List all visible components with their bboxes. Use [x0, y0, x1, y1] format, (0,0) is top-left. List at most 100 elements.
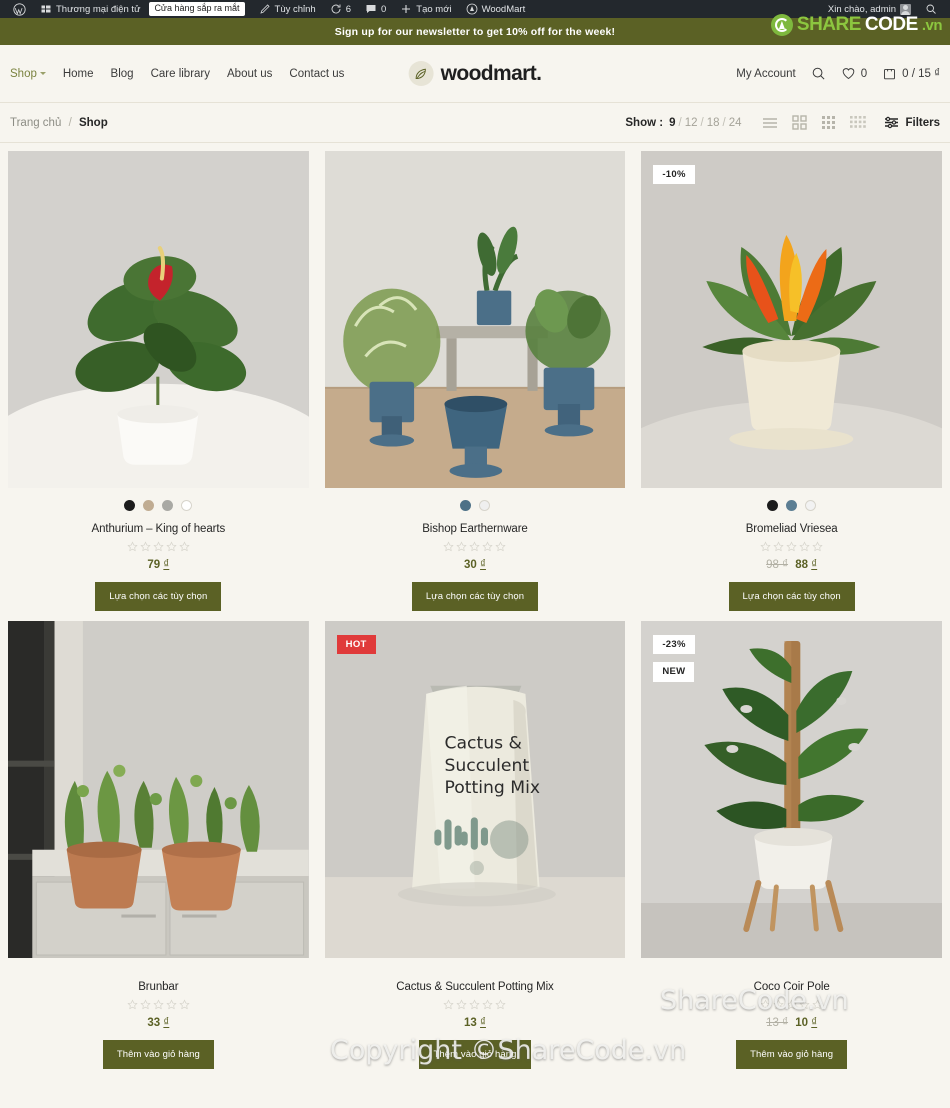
product-action: Thêm vào giỏ hàng: [641, 1040, 942, 1069]
header-search-button[interactable]: [811, 66, 826, 81]
site-logo-text: woodmart.: [440, 61, 542, 85]
breadcrumb-home[interactable]: Trang chủ: [10, 117, 61, 129]
grid-3-icon[interactable]: [821, 115, 836, 130]
swatch-black[interactable]: [767, 500, 779, 511]
product-image-brunbar[interactable]: [8, 621, 309, 958]
star-icon: [443, 541, 455, 552]
product-title[interactable]: Bromeliad Vriesea: [641, 523, 942, 535]
star-icon: [786, 999, 797, 1010]
site-logo[interactable]: woodmart.: [408, 61, 542, 86]
product-image-bromeliad[interactable]: -10%: [641, 151, 942, 488]
wishlist-button[interactable]: 0: [841, 66, 867, 81]
adminbar-woodmart-label: WoodMart: [481, 3, 526, 15]
grid-4-icon[interactable]: [850, 115, 867, 130]
nav-item-blog[interactable]: Blog: [111, 68, 134, 80]
star-icon: [443, 999, 455, 1010]
adminbar-customize[interactable]: Tùy chỉnh: [252, 0, 323, 18]
rating-stars: [8, 999, 309, 1010]
product-image-anthurium[interactable]: [8, 151, 309, 488]
show-option-24[interactable]: 24: [726, 117, 745, 129]
product-title[interactable]: Bishop Earthernware: [325, 523, 626, 535]
adminbar-coming-soon[interactable]: Cửa hàng sắp ra mắt: [147, 0, 251, 18]
nav-item-about-us[interactable]: About us: [227, 68, 272, 80]
swatch-white[interactable]: [478, 500, 490, 511]
add-to-cart-button[interactable]: Thêm vào giỏ hàng: [102, 1040, 214, 1069]
list-view-icon[interactable]: [762, 116, 778, 130]
show-option-18[interactable]: 18: [704, 117, 723, 129]
swatch-white[interactable]: [805, 500, 817, 511]
product-price: 33 ₫: [8, 1017, 309, 1029]
nav-item-home[interactable]: Home: [63, 68, 94, 80]
star-icon: [127, 541, 138, 552]
coming-soon-pill: Cửa hàng sắp ra mắt: [149, 2, 245, 16]
wishlist-count: 0: [860, 67, 868, 80]
grid-2-icon[interactable]: [792, 115, 808, 130]
heart-icon: [842, 68, 855, 80]
star-icon: [140, 541, 151, 552]
swatch-black[interactable]: [124, 500, 136, 511]
nav-item-contact-us[interactable]: Contact us: [289, 68, 344, 80]
product-card: Anthurium – King of hearts 79 ₫ Lựa chọn…: [8, 151, 309, 621]
star-icon: [153, 541, 164, 552]
star-icon: [469, 541, 481, 552]
my-account-link[interactable]: My Account: [736, 68, 795, 80]
cart-summary: 0 / 15 ₫: [902, 67, 940, 80]
nav-item-care-library[interactable]: Care library: [151, 68, 210, 80]
star-icon: [456, 999, 468, 1010]
star-icon: [773, 541, 784, 552]
plus-icon: [400, 3, 412, 15]
adminbar-site-name[interactable]: Thương mại điện tử: [33, 0, 147, 18]
product-photo: [641, 151, 942, 488]
adminbar-customize-label: Tùy chỉnh: [274, 3, 316, 15]
sharecode-logo-share: SHARE: [796, 14, 862, 35]
swatch-gray[interactable]: [162, 500, 174, 511]
product-price: 30 ₫: [325, 559, 626, 571]
filters-icon: [885, 116, 899, 129]
swatch-white[interactable]: [181, 500, 193, 511]
star-icon: [812, 541, 823, 552]
product-price: 13 ₫ 10 ₫: [641, 1017, 942, 1029]
swatch-blue[interactable]: [786, 500, 798, 511]
select-options-button[interactable]: Lựa chọn các tùy chọn: [411, 582, 539, 611]
product-price: 79 ₫: [8, 559, 309, 571]
star-icon: [166, 999, 177, 1010]
badge-discount: -10%: [653, 165, 695, 185]
product-title[interactable]: Brunbar: [8, 981, 309, 993]
newsletter-notice-text: Sign up for our newsletter to get 10% of…: [334, 25, 616, 38]
adminbar-comments-count: 0: [381, 3, 387, 15]
product-title[interactable]: Coco Coir Pole: [641, 981, 942, 993]
star-icon: [495, 999, 507, 1010]
chevron-down-icon: [39, 71, 46, 75]
product-image-potting-mix[interactable]: HOT Cactus & Succulent Potting Mix: [324, 621, 626, 958]
wordpress-icon: [13, 2, 26, 16]
star-icon: [166, 541, 177, 552]
nav-item-shop[interactable]: Shop: [10, 68, 46, 80]
product-title[interactable]: Anthurium – King of hearts: [8, 523, 309, 535]
cart-button[interactable]: 0 / 15 ₫: [882, 66, 940, 81]
star-icon: [786, 541, 797, 552]
sharecode-mark-icon: [770, 14, 793, 36]
product-card: HOT Cactus & Succulent Potting Mix Cactu…: [324, 621, 626, 1079]
price-amount: 33: [147, 1017, 161, 1029]
adminbar-wordpress-logo[interactable]: [6, 0, 33, 18]
swatch-blue[interactable]: [459, 500, 471, 511]
show-option-12[interactable]: 12: [682, 117, 701, 129]
adminbar-updates-count: 6: [345, 3, 351, 15]
add-to-cart-button[interactable]: Thêm vào giỏ hàng: [419, 1040, 531, 1069]
star-icon: [812, 999, 823, 1010]
select-options-button[interactable]: Lựa chọn các tùy chọn: [95, 582, 222, 611]
select-options-button[interactable]: Lựa chọn các tùy chọn: [728, 582, 855, 611]
product-image-bishop[interactable]: [324, 151, 626, 488]
product-image-coco-coir-pole[interactable]: -23% NEW: [641, 621, 942, 958]
product-photo: [8, 151, 309, 488]
adminbar-woodmart[interactable]: WoodMart: [459, 0, 533, 18]
add-to-cart-button[interactable]: Thêm vào giỏ hàng: [736, 1040, 848, 1069]
adminbar-new-content[interactable]: Tạo mới: [393, 0, 458, 18]
adminbar-comments[interactable]: 0: [358, 0, 393, 18]
product-title[interactable]: Cactus & Succulent Potting Mix: [325, 981, 626, 993]
star-icon: [469, 999, 481, 1010]
show-option-9[interactable]: 9: [666, 117, 678, 129]
filters-button[interactable]: Filters: [884, 116, 940, 129]
swatch-tan[interactable]: [143, 500, 155, 511]
adminbar-updates[interactable]: 6: [323, 0, 358, 18]
